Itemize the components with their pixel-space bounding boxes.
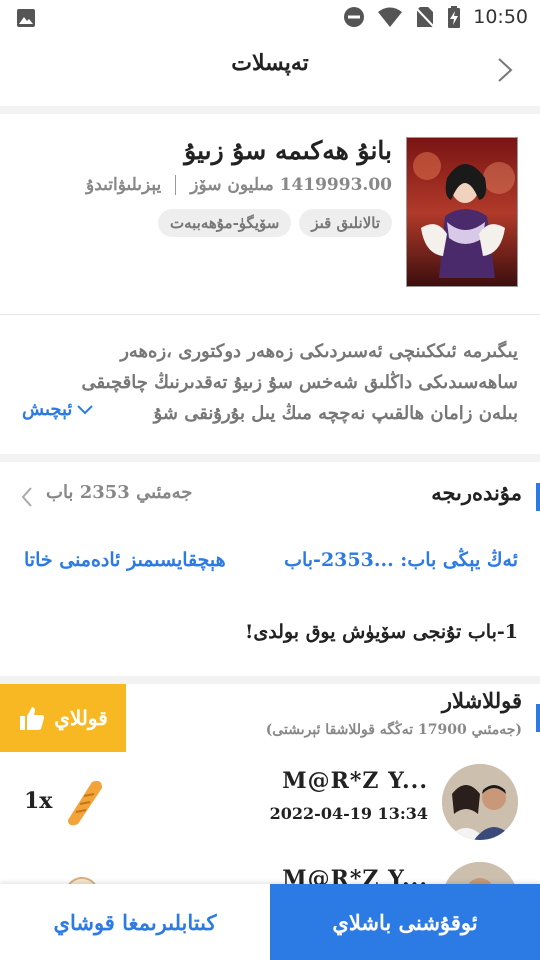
add-to-shelf-button[interactable]: كىتابلىرىمغا قوشاي	[0, 884, 270, 960]
thumbs-up-icon	[20, 707, 45, 730]
start-reading-button[interactable]: ئوقۇشنى باشلاي	[270, 884, 540, 960]
chevron-left-icon[interactable]	[20, 486, 34, 508]
book-status: يېزىلىۋاتىدۇ	[86, 175, 162, 195]
meta-divider	[175, 175, 177, 195]
no-sim-icon	[415, 7, 435, 28]
image-icon	[17, 9, 35, 27]
comment-date: 2022-04-19 13:34	[269, 804, 428, 823]
report-link[interactable]: ھېچقايسىمىز ئادەمنى خاتا	[24, 549, 226, 571]
first-chapter-link[interactable]: 1-باب تۇنجى سۆيۈش يوق بولدى!	[245, 621, 518, 643]
chevron-right-icon[interactable]	[496, 56, 514, 84]
divider	[0, 314, 540, 315]
description-line: ساھەسىدىكى داڭلىق شەخس سۇ زىيۇ تەقدىرنىڭ…	[81, 372, 518, 393]
expand-button[interactable]: ئېچىش	[22, 399, 101, 420]
page-title: تەپسلات	[231, 50, 309, 76]
top-bar: تەپسلات	[0, 36, 540, 106]
chevron-down-icon	[77, 404, 94, 414]
book-tags: تالانلىق قىز سۆيگۈ-مۇھەببەت	[157, 209, 392, 237]
list-item: M@R*Z Y... 2022-04-19 13:34 1x	[0, 764, 540, 854]
support-label: قوللاي	[54, 706, 108, 730]
divider	[0, 676, 540, 684]
catalog-title: مۇندەرىجە	[431, 480, 522, 505]
comments-subtitle: (جەمئىي 17900 تەڭگە قوللاشقا ئېرىشتى)	[265, 722, 522, 738]
gift: 1x	[24, 776, 108, 826]
status-bar: 10:50	[0, 0, 540, 36]
word-count: 1419993.00 مىليون سۆز	[190, 175, 392, 195]
avatar[interactable]	[442, 764, 518, 840]
divider	[0, 454, 540, 462]
dnd-icon	[344, 7, 365, 27]
bread-icon	[68, 780, 103, 826]
divider	[0, 106, 540, 114]
comments-title: قوللاشلار	[441, 688, 522, 713]
commenter-name: M@R*Z Y...	[282, 768, 428, 794]
tag[interactable]: سۆيگۈ-مۇھەببەت	[157, 209, 292, 237]
catalog-total[interactable]: جەمئىي 2353 باب	[46, 482, 192, 503]
book-meta: 1419993.00 مىليون سۆز يېزىلىۋاتىدۇ	[86, 175, 392, 195]
section-marker	[536, 704, 540, 732]
description-line: يىگىرمە ئىككىنچى ئەسىردىكى زەھەر دوكتورى…	[120, 341, 518, 362]
support-button[interactable]: قوللاي	[0, 684, 126, 752]
tag[interactable]: تالانلىق قىز	[299, 209, 392, 237]
book-title: بانۇ ھەكىمە سۇ زىيۇ	[184, 136, 392, 165]
wifi-icon	[378, 7, 403, 27]
book-cover	[406, 137, 518, 287]
latest-chapter-link[interactable]: ئەڭ يېڭى باب: ...2353-باب	[284, 549, 518, 571]
clock: 10:50	[473, 6, 528, 28]
bottom-action-bar: كىتابلىرىمغا قوشاي ئوقۇشنى باشلاي	[0, 884, 540, 960]
battery-charging-icon	[448, 6, 461, 28]
section-marker	[536, 483, 540, 511]
gift-count: 1x	[24, 788, 53, 814]
expand-label: ئېچىش	[22, 399, 73, 420]
